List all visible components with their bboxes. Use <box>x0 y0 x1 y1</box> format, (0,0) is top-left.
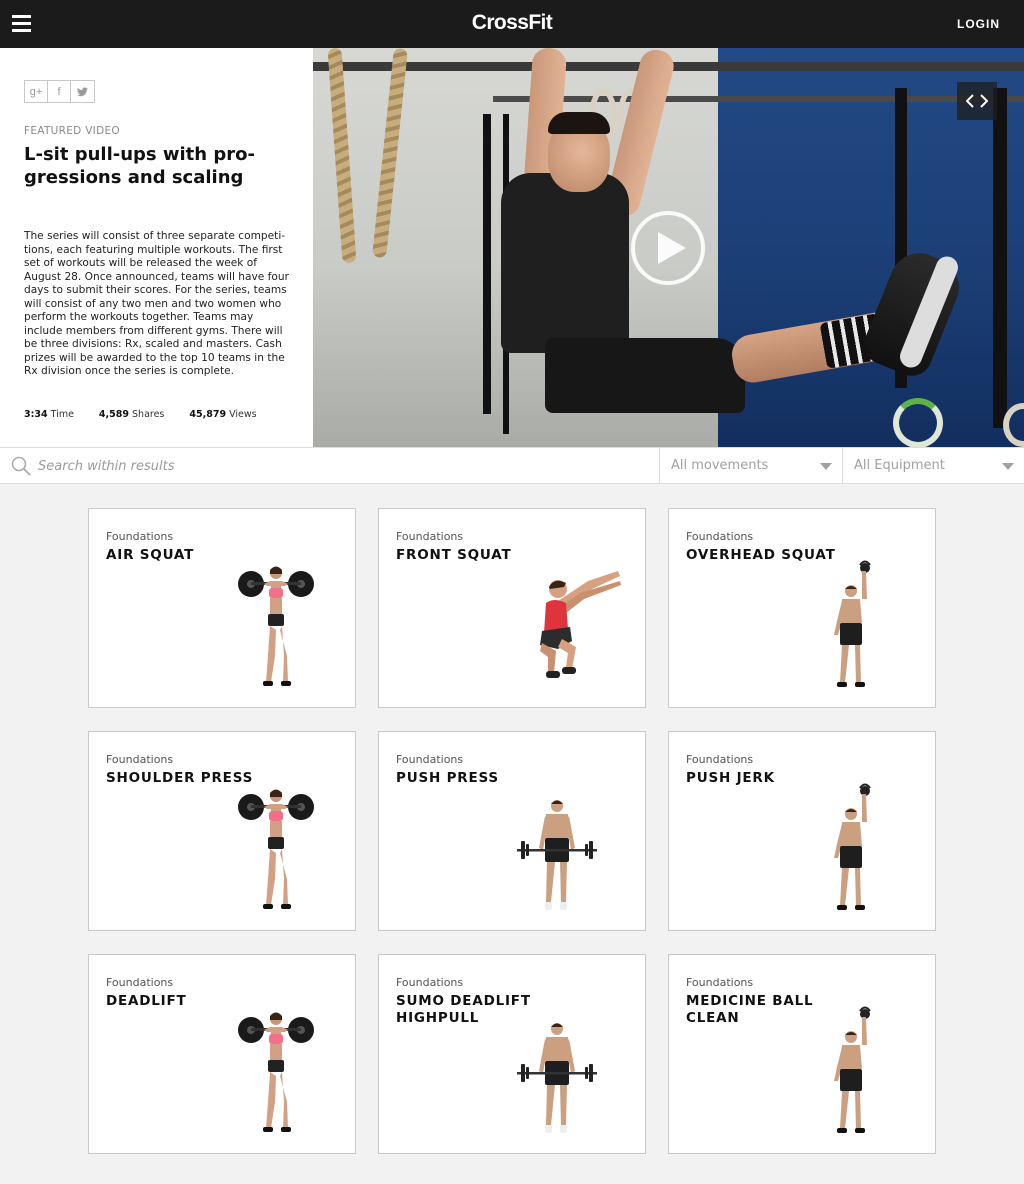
card-category: Foundations <box>686 530 754 543</box>
twitter-share-icon[interactable] <box>71 81 94 102</box>
movement-card[interactable]: Foundations MEDICINE BALL CLEAN <box>668 954 936 1154</box>
athlete-shorts <box>545 338 745 413</box>
card-title: FRONT SQUAT <box>396 547 512 563</box>
featured-title[interactable]: L-sit pull-ups with pro-gressions and sc… <box>24 143 294 189</box>
search-icon <box>11 456 31 476</box>
movement-card[interactable]: Foundations FRONT SQUAT <box>378 508 646 708</box>
equipment-dropdown-value: All Equipment <box>854 458 945 473</box>
card-category: Foundations <box>396 753 464 766</box>
card-title: SHOULDER PRESS <box>106 770 254 786</box>
band-strap <box>483 114 491 414</box>
share-buttons: g+ f <box>24 80 95 103</box>
crossfit-logo: CrossFit <box>471 11 553 34</box>
featured-kicker: FEATURED VIDEO <box>24 125 120 137</box>
movement-card[interactable]: Foundations PUSH JERK <box>668 731 936 931</box>
equipment-dropdown[interactable]: All Equipment <box>842 448 1024 484</box>
embed-code-icon[interactable] <box>957 82 997 120</box>
card-category: Foundations <box>106 753 174 766</box>
time-stat: 3:34 Time <box>24 409 74 420</box>
play-icon[interactable] <box>631 211 705 285</box>
card-category: Foundations <box>396 530 464 543</box>
search-input[interactable] <box>38 454 638 478</box>
featured-description: The series will consist of three separat… <box>24 230 289 377</box>
gymnastic-ring <box>893 398 943 447</box>
featured-video-player[interactable] <box>313 48 1024 447</box>
featured-video-panel: g+ f FEATURED VIDEO L-sit pull-ups with … <box>0 48 313 447</box>
movement-card[interactable]: Foundations PUSH PRESS <box>378 731 646 931</box>
card-category: Foundations <box>396 976 464 989</box>
chevron-down-icon <box>1002 463 1014 470</box>
rig-bar <box>493 96 1024 102</box>
athlete-hair <box>548 112 610 134</box>
athlete-torso <box>501 173 629 353</box>
google-plus-share-icon[interactable]: g+ <box>25 81 48 102</box>
shares-stat: 4,589 Shares <box>98 409 165 420</box>
movement-card[interactable]: Foundations SHOULDER PRESS <box>88 731 356 931</box>
card-category: Foundations <box>106 976 174 989</box>
card-category: Foundations <box>686 976 754 989</box>
login-link[interactable]: LOGIN <box>957 17 1000 31</box>
facebook-share-icon[interactable]: f <box>48 81 71 102</box>
card-title: AIR SQUAT <box>106 547 195 563</box>
movement-card[interactable]: Foundations SUMO DEADLIFT HIGHPULL <box>378 954 646 1154</box>
band-strap <box>993 88 1007 428</box>
card-title: DEADLIFT <box>106 993 187 1009</box>
movement-card[interactable]: Foundations AIR SQUAT <box>88 508 356 708</box>
movement-card[interactable]: Foundations DEADLIFT <box>88 954 356 1154</box>
movements-dropdown[interactable]: All movements <box>659 448 842 484</box>
views-stat: 45,879 Views <box>189 409 257 420</box>
filter-bar: All movements All Equipment <box>0 447 1024 484</box>
card-category: Foundations <box>686 753 754 766</box>
card-title: PUSH PRESS <box>396 770 499 786</box>
chevron-down-icon <box>820 463 832 470</box>
movement-cards-grid: Foundations AIR SQUAT Foundations FRONT SQ… <box>88 508 936 1154</box>
top-navigation-bar: CrossFit LOGIN <box>0 0 1024 48</box>
movement-card[interactable]: Foundations OVERHEAD SQUAT <box>668 508 936 708</box>
hamburger-menu-icon[interactable] <box>12 15 31 32</box>
movements-dropdown-value: All movements <box>671 458 769 473</box>
video-stats: 3:34 Time 4,589 Shares 45,879 Views <box>24 409 257 420</box>
card-category: Foundations <box>106 530 174 543</box>
